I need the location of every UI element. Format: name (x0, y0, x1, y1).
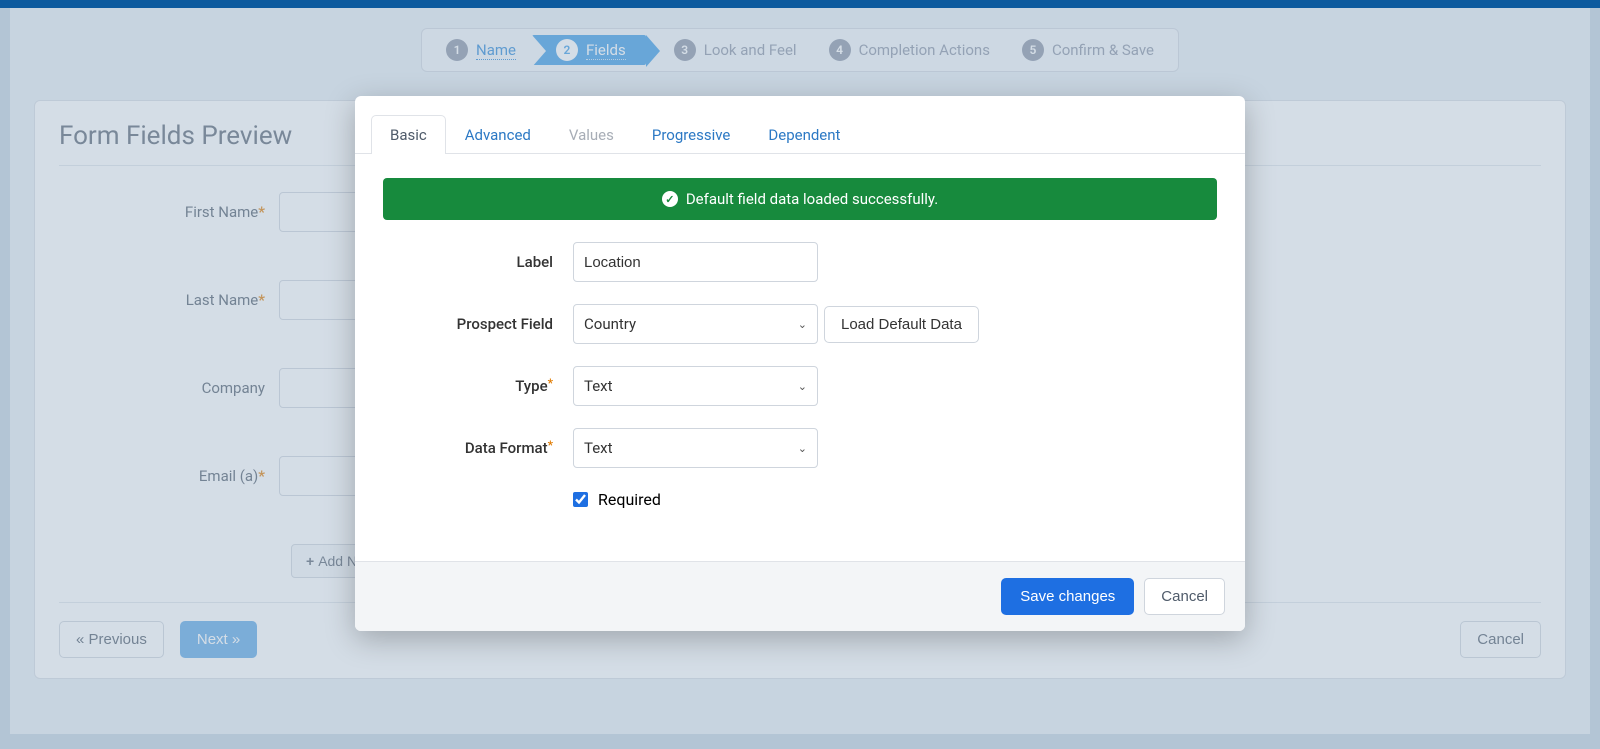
load-default-data-button[interactable]: Load Default Data (824, 306, 979, 343)
modal-overlay: Basic Advanced Values Progressive Depend… (0, 8, 1600, 749)
check-circle-icon: ✓ (662, 191, 678, 207)
success-alert: ✓ Default field data loaded successfully… (383, 178, 1217, 220)
label-field-label: Label (383, 253, 573, 271)
select-value: Text (584, 439, 613, 457)
required-checkbox[interactable] (573, 492, 588, 507)
chevron-down-icon: ⌄ (798, 318, 807, 331)
required-label: Required (598, 490, 661, 509)
chevron-down-icon: ⌄ (798, 442, 807, 455)
modal-tabs: Basic Advanced Values Progressive Depend… (355, 96, 1245, 154)
type-select[interactable]: Text ⌄ (573, 366, 818, 406)
tab-values[interactable]: Values (550, 115, 633, 154)
label-input[interactable] (573, 242, 818, 282)
save-changes-button[interactable]: Save changes (1001, 578, 1134, 615)
select-value: Country (584, 315, 636, 333)
field-settings-modal: Basic Advanced Values Progressive Depend… (355, 96, 1245, 631)
data-format-select[interactable]: Text ⌄ (573, 428, 818, 468)
chevron-down-icon: ⌄ (798, 380, 807, 393)
tab-progressive[interactable]: Progressive (633, 115, 750, 154)
select-value: Text (584, 377, 613, 395)
alert-text: Default field data loaded successfully. (686, 190, 938, 208)
prospect-field-label: Prospect Field (383, 315, 573, 333)
tab-dependent[interactable]: Dependent (749, 115, 859, 154)
type-label: Type* (383, 377, 573, 395)
modal-footer: Save changes Cancel (355, 561, 1245, 631)
prospect-field-select[interactable]: Country ⌄ (573, 304, 818, 344)
modal-cancel-button[interactable]: Cancel (1144, 578, 1225, 615)
tab-advanced[interactable]: Advanced (446, 115, 550, 154)
data-format-label: Data Format* (383, 439, 573, 457)
tab-basic[interactable]: Basic (371, 115, 446, 154)
